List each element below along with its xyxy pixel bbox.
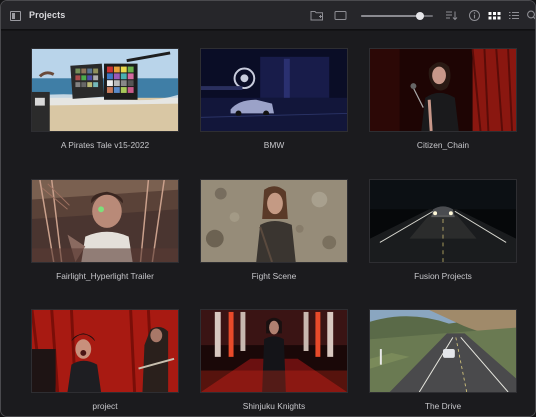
project-thumbnail[interactable]: [369, 48, 517, 132]
grid-view-icon[interactable]: [488, 9, 501, 22]
titlebar: Projects: [1, 1, 535, 30]
project-thumbnail[interactable]: [369, 179, 517, 263]
slider-knob[interactable]: [416, 12, 425, 20]
project-tile[interactable]: Shinjuku Knights: [200, 292, 348, 411]
project-tile[interactable]: Fusion Projects: [369, 162, 517, 281]
project-tile[interactable]: The Drive: [369, 292, 517, 411]
display-icon[interactable]: [334, 9, 347, 22]
project-tile[interactable]: project: [31, 292, 179, 411]
project-name: Fusion Projects: [414, 271, 472, 281]
project-name: The Drive: [424, 401, 462, 411]
project-thumbnail[interactable]: [31, 179, 179, 263]
sidebar-toggle-icon[interactable]: [10, 11, 21, 21]
slider-fill: [361, 15, 421, 17]
info-icon[interactable]: [468, 9, 481, 22]
project-tile[interactable]: A Pirates Tale v15-2022: [31, 31, 179, 150]
list-view-icon[interactable]: [508, 9, 520, 22]
project-thumbnail[interactable]: [200, 179, 348, 263]
project-thumbnail[interactable]: [31, 48, 179, 132]
project-tile[interactable]: BMW: [200, 31, 348, 150]
project-tile[interactable]: Fight Scene: [200, 162, 348, 281]
folder-icon[interactable]: [310, 9, 324, 22]
project-name: Shinjuku Knights: [242, 401, 306, 411]
thumbnail-size-slider[interactable]: [361, 12, 433, 20]
project-grid: A Pirates Tale v15-2022 BMW Citizen_Chai…: [1, 31, 535, 416]
project-name: project: [92, 401, 118, 411]
project-thumbnail[interactable]: [369, 309, 517, 393]
project-thumbnail[interactable]: [200, 309, 348, 393]
project-name: A Pirates Tale v15-2022: [60, 140, 150, 150]
project-name: BMW: [263, 140, 285, 150]
project-tile[interactable]: Fairlight_Hyperlight Trailer: [31, 162, 179, 281]
project-thumbnail[interactable]: [31, 309, 179, 393]
sort-icon[interactable]: [445, 9, 458, 22]
project-name: Fight Scene: [251, 271, 297, 281]
window-title: Projects: [29, 10, 66, 20]
project-tile[interactable]: Citizen_Chain: [369, 31, 517, 150]
project-name: Citizen_Chain: [416, 140, 470, 150]
search-icon[interactable]: [526, 9, 535, 22]
projects-window: Projects A Pirates Tale v15-2022 BMW Cit…: [0, 0, 536, 417]
project-name: Fairlight_Hyperlight Trailer: [56, 271, 154, 281]
project-thumbnail[interactable]: [200, 48, 348, 132]
